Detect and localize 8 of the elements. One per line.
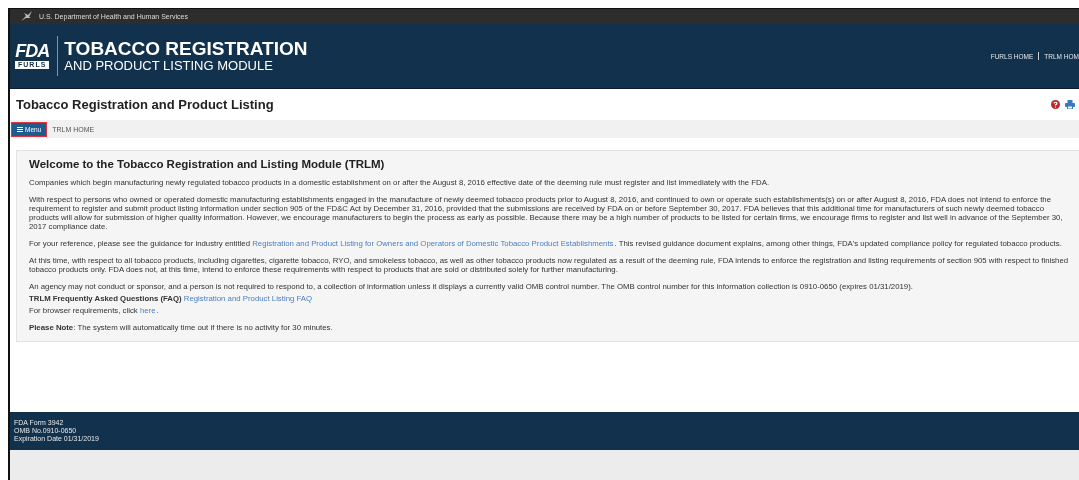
logo-text: FDA <box>15 43 50 60</box>
welcome-heading: Welcome to the Tobacco Registration and Listing Module (TRLM) <box>29 160 386 169</box>
page-title: Tobacco Registration and Product Listing <box>16 97 274 112</box>
help-icon[interactable] <box>1051 100 1060 109</box>
app-title: TOBACCO REGISTRATION <box>64 39 308 59</box>
app-subtitle: AND PRODUCT LISTING MODULE <box>64 59 274 73</box>
menu-icon <box>17 126 23 132</box>
print-icon[interactable] <box>1065 100 1075 109</box>
